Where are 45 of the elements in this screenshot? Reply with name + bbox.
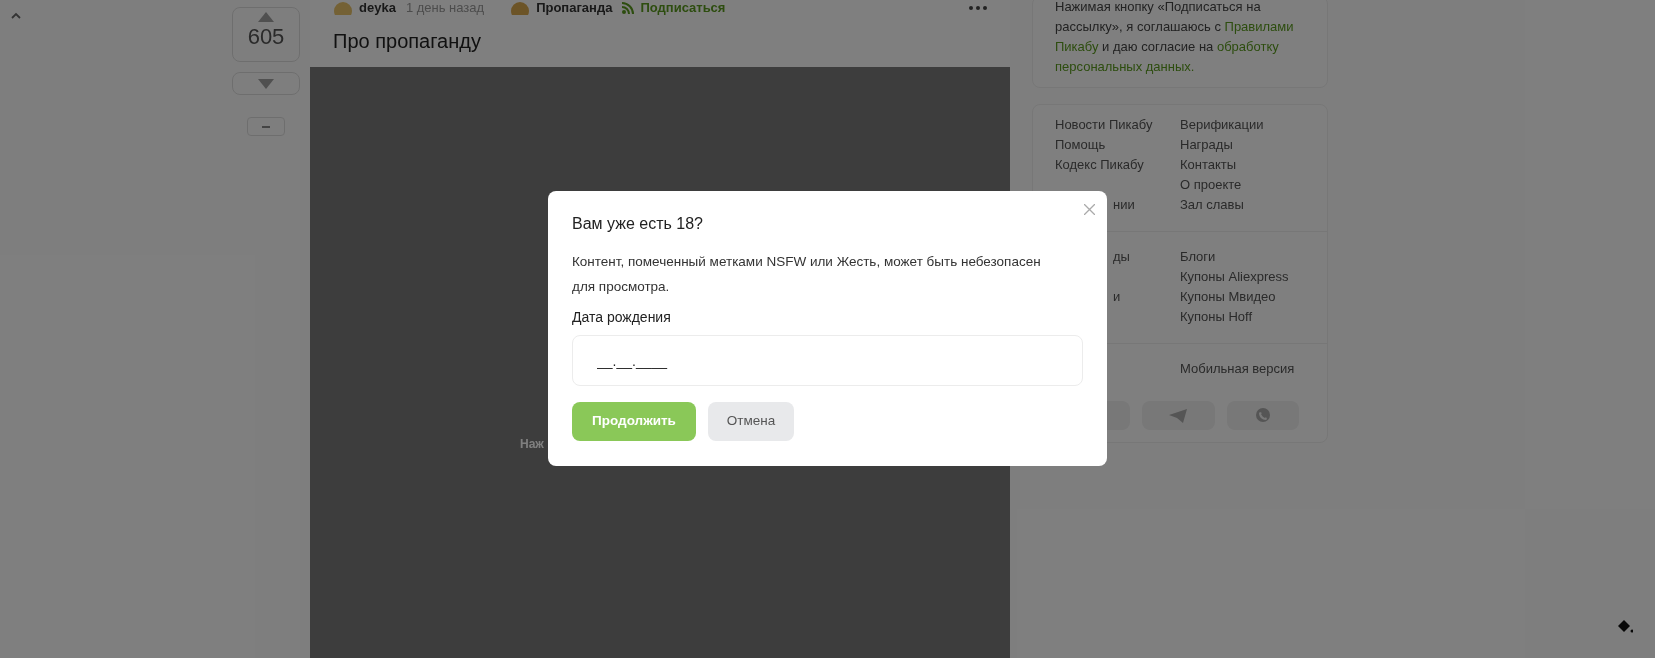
birth-date-field[interactable]: __.__.____ bbox=[572, 335, 1083, 386]
continue-button[interactable]: Продолжить bbox=[572, 402, 696, 441]
footer-link[interactable]: Помощь bbox=[1055, 137, 1106, 152]
media-caption: Наж bbox=[520, 436, 544, 453]
post-community[interactable]: Пропаганда bbox=[536, 0, 613, 18]
viber-button[interactable] bbox=[1226, 401, 1299, 430]
footer-link[interactable]: Купоны Hoff bbox=[1180, 307, 1253, 327]
footer-link[interactable]: Купоны Мвидео bbox=[1180, 287, 1276, 307]
downvote-arrow-icon bbox=[258, 78, 274, 89]
avatar-icon bbox=[333, 1, 353, 15]
close-icon[interactable] bbox=[1084, 204, 1095, 215]
footer-link[interactable]: Зал славы bbox=[1180, 195, 1244, 215]
paper-plane-icon bbox=[1169, 408, 1188, 423]
collapse-chevron-icon[interactable] bbox=[10, 12, 22, 20]
paint-bucket-icon[interactable] bbox=[1617, 619, 1633, 633]
minus-button[interactable] bbox=[247, 117, 285, 136]
footer-link[interactable]: Новости Пикабу bbox=[1055, 117, 1153, 132]
phone-bubble-icon bbox=[1254, 407, 1271, 424]
footer-link[interactable]: Верификации bbox=[1180, 115, 1264, 135]
rss-icon bbox=[622, 2, 635, 14]
birth-date-label: Дата рождения bbox=[572, 308, 672, 327]
footer-link[interactable]: ды bbox=[1113, 249, 1130, 264]
post-author[interactable]: deyka bbox=[359, 0, 396, 18]
upvote-arrow-icon[interactable] bbox=[258, 12, 274, 22]
downvote-button[interactable] bbox=[232, 72, 300, 95]
vote-score: 605 bbox=[247, 26, 285, 48]
dialog-title: Вам уже есть 18? bbox=[572, 214, 704, 234]
footer-link[interactable]: Мобильная версия bbox=[1180, 359, 1295, 379]
cancel-button[interactable]: Отмена bbox=[708, 402, 794, 441]
dialog-message: Контент, помеченный метками NSFW или Жесть, может быть небезопасен для просмотра. bbox=[572, 253, 1042, 296]
footer-link[interactable]: нии bbox=[1113, 197, 1135, 212]
post-title[interactable]: Про пропаганду bbox=[310, 26, 1010, 67]
minus-icon bbox=[262, 125, 270, 128]
community-avatar-icon bbox=[510, 1, 531, 15]
subscribe-link[interactable]: Подписаться bbox=[640, 0, 726, 18]
subscription-consent-text: Нажимая кнопку «Подписаться на рассылку», я соглашаюсь с Правилами Пикабу и даю согласие на обработку персональных данных. bbox=[1055, 0, 1295, 76]
telegram-button[interactable] bbox=[1142, 401, 1215, 430]
more-dots-icon[interactable] bbox=[969, 6, 987, 10]
footer-link[interactable]: Награды bbox=[1180, 135, 1233, 155]
footer-link[interactable]: Кодекс Пикабу bbox=[1055, 157, 1144, 172]
footer-link[interactable]: О проекте bbox=[1180, 175, 1242, 195]
footer-link[interactable]: Контакты bbox=[1180, 155, 1237, 175]
footer-link[interactable]: и bbox=[1113, 289, 1121, 304]
footer-link[interactable]: Купоны Aliexpress bbox=[1180, 267, 1289, 287]
footer-link[interactable]: Блоги bbox=[1180, 247, 1216, 267]
